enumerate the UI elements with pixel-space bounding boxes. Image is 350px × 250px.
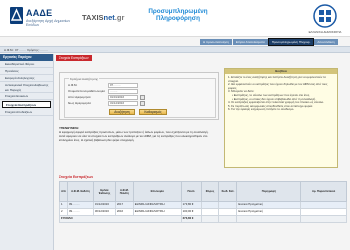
table-cell: 30/12/2016: [92, 208, 116, 216]
table-cell: 2: [59, 208, 68, 216]
calendar-icon[interactable]: [140, 101, 145, 106]
calendar-icon[interactable]: [140, 95, 145, 100]
column-header: Α/Α: [59, 181, 68, 202]
logo-subtitle: Ανεξάρτητη Αρχή Δημοσίων Εσόδων: [26, 19, 71, 28]
table-header-row: Α/Α Α.Φ.Μ. Εκδότη Ημ/νία Έκδοσης Α.Φ.Μ. …: [59, 181, 347, 202]
to-date-field[interactable]: 31/12/2016: [108, 101, 138, 106]
help-panel: Βοήθεια 1. Επιλέξτε το έτος αναζήτησης κ…: [224, 68, 338, 168]
from-date-field[interactable]: 01/01/2016: [108, 95, 138, 100]
table-cell: [200, 215, 220, 223]
total-value: 273,80 €: [180, 215, 202, 223]
name-field[interactable]: ········: [108, 89, 138, 94]
search-button[interactable]: Αναζήτηση: [109, 109, 135, 115]
sidebar-header: Εργασίες Παρόχου: [0, 54, 53, 61]
table-cell: ΕΘΝΙΚΗ ΑΣΦΑΛΙΣΤΙΚΗ: [132, 208, 182, 216]
column-header: Περιγραφή: [236, 181, 302, 202]
table-cell: 173,80 €: [180, 201, 202, 209]
table-cell: ΕΘΝΙΚΗ ΑΣΦΑΛΙΣΤΙΚΗ: [132, 201, 182, 209]
help-body: 1. Επιλέξτε το έτος αναζήτησης και πατήσ…: [225, 74, 337, 114]
table-cell: 2017: [114, 201, 134, 209]
search-form: Κριτήρια Αναζήτησης Α.Φ.Μ. 07········ Ον…: [59, 72, 219, 120]
aade-logo-icon: [10, 7, 23, 24]
table-cell: [300, 208, 347, 216]
to-date-label: Έως Ημερομηνία: [68, 101, 91, 105]
column-header: Αρ. Παραστατικού: [300, 181, 347, 202]
search-criteria: Κριτήρια Αναζήτησης Α.Φ.Μ. 07········ Ον…: [64, 77, 216, 118]
column-header: Ποσό: [180, 181, 202, 202]
table-cell: 100,00 €: [180, 208, 202, 216]
search-criteria-legend: Κριτήρια Αναζήτησης: [69, 77, 99, 81]
table-cell: [236, 215, 302, 223]
taxisnet-logo[interactable]: TAXISnet.gr: [82, 13, 124, 22]
user-bar: Α.Φ.Μ.: 07 ······· Χρήστης: ········: [0, 46, 350, 53]
table-cell: [218, 208, 238, 216]
top-nav-personalization[interactable]: Η προσωποποίηση: [200, 39, 232, 45]
from-date-label: Από Ημερομηνία: [68, 95, 91, 99]
reminder-paragraph-2: Αυτά αφορούν σε όλα τα στοιχεία των εισπ…: [59, 134, 208, 143]
column-header: Ημ/νία Έκδοσης: [92, 181, 116, 202]
top-nav: Η προσωποποίηση Ετήσια Αποτελέσματα Προσ…: [200, 38, 338, 46]
sidebar-item-tax-assessment[interactable]: Εκκαθαριστικό Φόρου: [0, 61, 53, 68]
table-cell: 09········: [66, 208, 94, 216]
tab-receipts[interactable]: Στοιχεία Εισπράξεων: [56, 55, 92, 61]
gov-label: ΕΛΛΗΝΙΚΗ ΔΗΜΟΚΡΑΤΙΑ: [308, 30, 342, 34]
name-label: Ονοματεπώνυμο/Επωνυμία: [68, 89, 105, 93]
sidebar-item-vouchers[interactable]: Στοιχεία Αποδείξεων: [0, 109, 53, 116]
taxis-net-text: net: [103, 13, 115, 22]
top-nav-prefilled[interactable]: Προσυμπληρωμένη Πληροφ.: [267, 38, 315, 46]
taxis-text: TAXIS: [82, 13, 104, 22]
table-cell: 2016: [114, 208, 134, 216]
table-cell: [218, 201, 238, 209]
main-content: Στοιχεία Εισπράξεων Κριτήρια Αναζήτησης …: [56, 54, 350, 250]
header: ΑΑΔΕ Ανεξάρτητη Αρχή Δημοσίων Εσόδων TAX…: [0, 0, 350, 37]
afm-field[interactable]: 07········: [108, 83, 138, 88]
page-title: Προσυμπληρωμένη Πληροφόρηση: [148, 8, 208, 22]
user-info: Α.Φ.Μ.: 07 ······· Χρήστης: ········: [4, 48, 49, 52]
sidebar: Εργασίες Παρόχου Εκκαθαριστικό Φόρου Προ…: [0, 54, 54, 250]
taxis-gr-text: .gr: [114, 13, 125, 22]
top-nav-annual-results[interactable]: Ετήσια Αποτελέσματα: [232, 39, 268, 45]
table-cell: [218, 215, 238, 223]
clear-button[interactable]: Καθαρισμός: [139, 109, 167, 115]
table-total-row: ΣΥΝΟΛΟ 273,80 €: [59, 215, 347, 223]
table-cell: Ενοίκια Πραγματική: [236, 201, 302, 209]
receipts-table: Α/Α Α.Φ.Μ. Εκδότη Ημ/νία Έκδοσης Α.Φ.Μ. …: [59, 181, 347, 223]
table-cell: Ενοίκια Πραγματική: [236, 208, 302, 216]
greek-emblem-icon: [313, 4, 337, 28]
table-row[interactable]: 2 09········ 30/12/2016 2016 ΕΘΝΙΚΗ ΑΣΦΑ…: [59, 208, 347, 216]
total-label: ΣΥΝΟΛΟ: [59, 215, 182, 223]
sidebar-item-living-expenses[interactable]: Αντικειμενικά Στοιχεία Διαβίωσης και Παρ…: [0, 82, 53, 93]
reminder-text: ΥΠΕΝΘΥΜΙΣΗ: Η εφαρμογή αφορά εισπράξεις …: [59, 126, 219, 142]
table-cell: 09········: [66, 201, 94, 209]
table-cell: [300, 215, 347, 223]
column-header: Κωδ. Κατ.: [218, 181, 238, 202]
column-header: Α.Φ.Μ. Πελάτη: [114, 181, 134, 202]
sidebar-item-receipts[interactable]: Στοιχεία Εισπράξεων: [2, 101, 51, 108]
receipts-table-title: Στοιχεία Εισπράξεων: [59, 175, 94, 179]
table-cell: 31/12/2016: [92, 201, 116, 209]
top-nav-logout[interactable]: Αποσύνδεση: [314, 39, 338, 45]
sidebar-item-proposals[interactable]: Προτάσεις: [0, 68, 53, 75]
column-header: Α.Φ.Μ. Εκδότη: [66, 181, 94, 202]
table-cell: 1: [59, 201, 68, 209]
table-cell: [200, 201, 220, 209]
table-cell: [200, 208, 220, 216]
afm-label: Α.Φ.Μ.: [68, 83, 78, 87]
help-item: 6. Για την έγκαιρη ενημέρωση πατήστε το …: [228, 107, 295, 112]
column-header: Φόρος: [200, 181, 220, 202]
table-cell: [300, 201, 347, 209]
sidebar-item-solidarity[interactable]: Εισφορά Αλληλεγγύης: [0, 75, 53, 82]
sidebar-item-rents[interactable]: Στοιχεία Ενοικίων: [0, 93, 53, 100]
logo-title: ΑΑΔΕ: [26, 8, 53, 18]
table-row[interactable]: 1 09········ 31/12/2016 2017 ΕΘΝΙΚΗ ΑΣΦΑ…: [59, 201, 347, 209]
aade-logo[interactable]: ΑΑΔΕ Ανεξάρτητη Αρχή Δημοσίων Εσόδων: [10, 5, 74, 29]
column-header: Επωνυμία: [132, 181, 182, 202]
